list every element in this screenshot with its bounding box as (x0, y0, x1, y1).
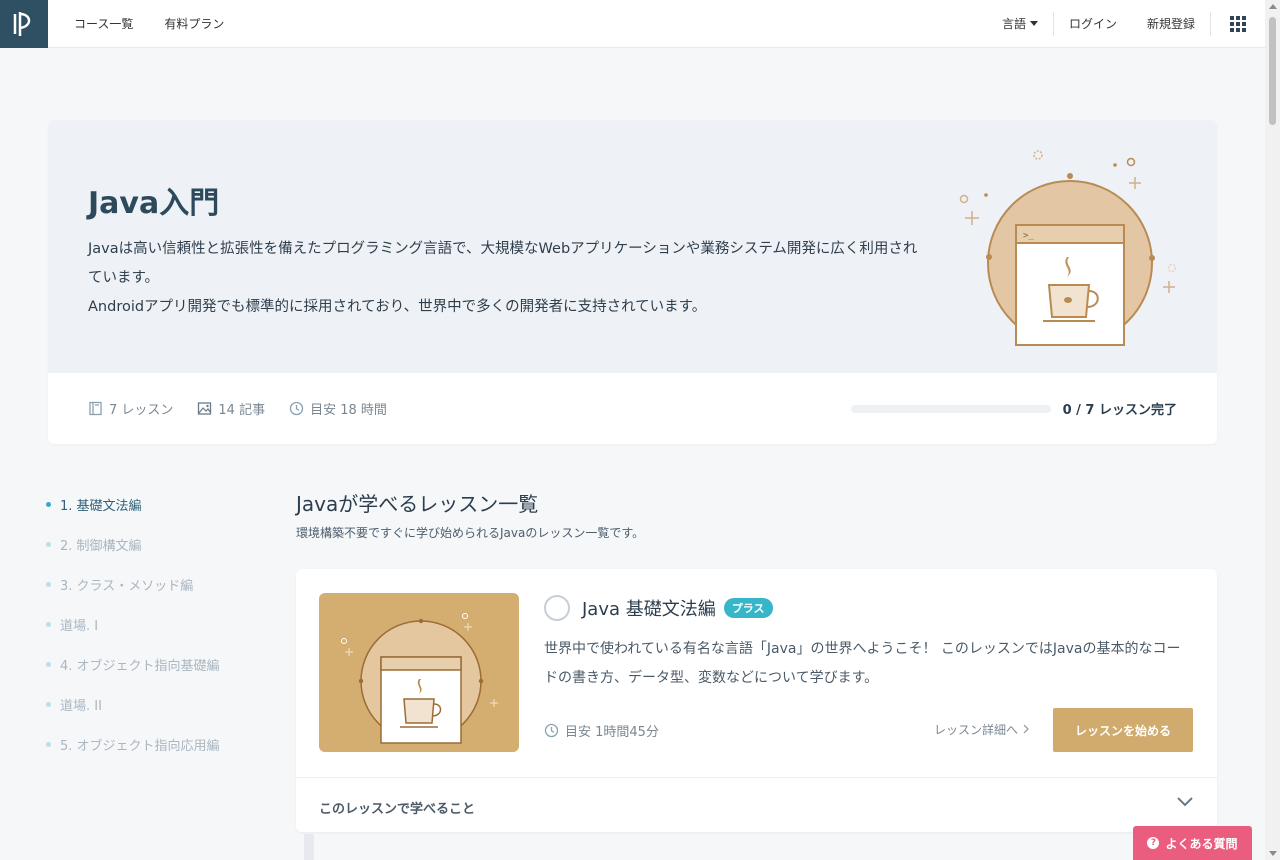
chevron-right-icon (1023, 724, 1029, 734)
lesson-duration: 目安 1時間45分 (544, 721, 659, 740)
lesson-timeline-connector (304, 834, 314, 860)
course-meta-bar: 7 レッスン 14 記事 目安 18 時間 0 / 7 レッスン完了 (48, 373, 1217, 444)
clock-icon (544, 723, 559, 738)
card-divider (296, 777, 1217, 778)
sidebar-item-label: 4. オブジェクト指向基礎編 (60, 658, 220, 674)
nav-paid-plan[interactable]: 有料プラン (164, 15, 224, 32)
sidebar-item-label: 道場. I (60, 618, 99, 634)
scroll-up-icon[interactable] (1269, 4, 1277, 9)
lesson-title[interactable]: Java 基礎文法編 (582, 595, 716, 621)
plus-badge: プラス (723, 598, 773, 618)
lesson-detail-label: レッスン詳細へ (934, 723, 1019, 737)
question-icon: ? (1147, 837, 1160, 849)
bullet-dot (46, 661, 51, 667)
java-coffee-illustration: >_ (959, 150, 1177, 346)
sidebar-item-control-flow[interactable]: 2. 制御構文編 (46, 524, 266, 564)
course-description: Javaは高い信頼性と拡張性を備えたプログラミング言語で、大規模なWebアプリケ… (88, 235, 918, 322)
lesson-card: Java 基礎文法編 プラス 世界中で使われている有名な言語「Java」の世界へ… (296, 569, 1217, 832)
grid-icon (1230, 15, 1246, 32)
bullet-dot (46, 501, 51, 507)
bullet-dot (46, 701, 51, 707)
lesson-count-text: 7 レッスン (109, 403, 174, 418)
book-icon (89, 401, 102, 416)
site-logo[interactable] (0, 0, 48, 48)
progress-bar (850, 404, 1051, 413)
course-hero: Java入門 Javaは高い信頼性と拡張性を備えたプログラミング言語で、大規模な… (48, 120, 1217, 444)
sidebar-item-oop-advanced[interactable]: 5. オブジェクト指向応用編 (46, 724, 266, 764)
clock-icon (289, 401, 304, 416)
lesson-count: 7 レッスン (88, 399, 173, 418)
signup-link[interactable]: 新規登録 (1132, 15, 1210, 32)
lesson-thumbnail[interactable] (319, 593, 519, 752)
nav-course-list[interactable]: コース一覧 (74, 15, 133, 32)
caret-down-icon (1029, 20, 1038, 26)
chevron-down-icon[interactable] (1176, 795, 1194, 807)
sidebar-item-dojo-2[interactable]: 道場. II (46, 684, 266, 724)
lesson-sidebar: 1. 基礎文法編 2. 制御構文編 3. クラス・メソッド編 道場. I 4. … (46, 484, 266, 764)
sidebar-item-label: 1. 基礎文法編 (60, 498, 142, 514)
article-count: 14 記事 (197, 399, 265, 418)
bullet-dot (46, 581, 51, 587)
sidebar-item-class-method[interactable]: 3. クラス・メソッド編 (46, 564, 266, 604)
language-dropdown[interactable]: 言語 (987, 15, 1053, 32)
page-scrollbar[interactable] (1265, 0, 1280, 860)
sidebar-item-label: 3. クラス・メソッド編 (60, 578, 194, 594)
course-description-line: Javaは高い信頼性と拡張性を備えたプログラミング言語で、大規模なWebアプリケ… (88, 241, 918, 286)
login-link[interactable]: ログイン (1054, 15, 1132, 32)
main-nav: コース一覧 有料プラン (74, 15, 224, 32)
lesson-detail-link[interactable]: レッスン詳細へ (934, 721, 1030, 738)
course-duration: 目安 18 時間 (289, 399, 387, 418)
java-coffee-thumbnail-icon (341, 613, 498, 744)
faq-label: よくある質問 (1165, 836, 1238, 851)
scroll-down-icon[interactable] (1269, 851, 1277, 856)
sidebar-item-label: 道場. II (60, 698, 102, 714)
sidebar-item-oop-basic[interactable]: 4. オブジェクト指向基礎編 (46, 644, 266, 684)
top-header: コース一覧 有料プラン 言語 ログイン 新規登録 (0, 0, 1265, 48)
sidebar-item-basic-syntax[interactable]: 1. 基礎文法編 (46, 484, 266, 524)
scroll-thumb[interactable] (1269, 17, 1276, 125)
learnings-toggle[interactable]: このレッスンで学べること (319, 798, 475, 817)
bullet-dot (46, 541, 51, 547)
lesson-duration-text: 目安 1時間45分 (565, 725, 659, 740)
image-icon (198, 402, 212, 415)
language-label: 言語 (1001, 17, 1026, 31)
logo-icon (13, 11, 31, 36)
lesson-description: 世界中で使われている有名な言語「Java」の世界へようこそ！ このレッスンではJ… (544, 641, 1181, 686)
hero-banner: Java入門 Javaは高い信頼性と拡張性を備えたプログラミング言語で、大規模な… (48, 120, 1217, 373)
course-progress: 0 / 7 レッスン完了 (850, 399, 1177, 418)
sidebar-item-label: 5. オブジェクト指向応用編 (60, 738, 220, 754)
account-nav: 言語 ログイン 新規登録 (987, 0, 1265, 48)
svg-text:>_: >_ (1023, 231, 1034, 241)
start-lesson-button[interactable]: レッスンを始める (1053, 708, 1193, 752)
course-duration-text: 目安 18 時間 (310, 403, 387, 418)
lesson-title-row: Java 基礎文法編 プラス (582, 595, 773, 621)
bullet-dot (46, 621, 51, 627)
faq-button[interactable]: ? よくある質問 (1133, 826, 1252, 860)
section-title: Javaが学べるレッスン一覧 (296, 492, 539, 516)
bullet-dot (46, 741, 51, 747)
apps-menu-button[interactable] (1211, 15, 1265, 32)
course-title: Java入門 (88, 186, 220, 221)
sidebar-item-dojo-1[interactable]: 道場. I (46, 604, 266, 644)
course-description-line: Androidアプリ開発でも標準的に採用されており、世界中で多くの開発者に支持さ… (88, 299, 707, 315)
progress-text: 0 / 7 レッスン完了 (1062, 403, 1177, 418)
lesson-complete-checkbox[interactable] (544, 595, 570, 621)
sidebar-item-label: 2. 制御構文編 (60, 538, 142, 554)
section-subtitle: 環境構築不要ですぐに学び始められるJavaのレッスン一覧です。 (296, 526, 645, 540)
article-count-text: 14 記事 (218, 403, 266, 418)
